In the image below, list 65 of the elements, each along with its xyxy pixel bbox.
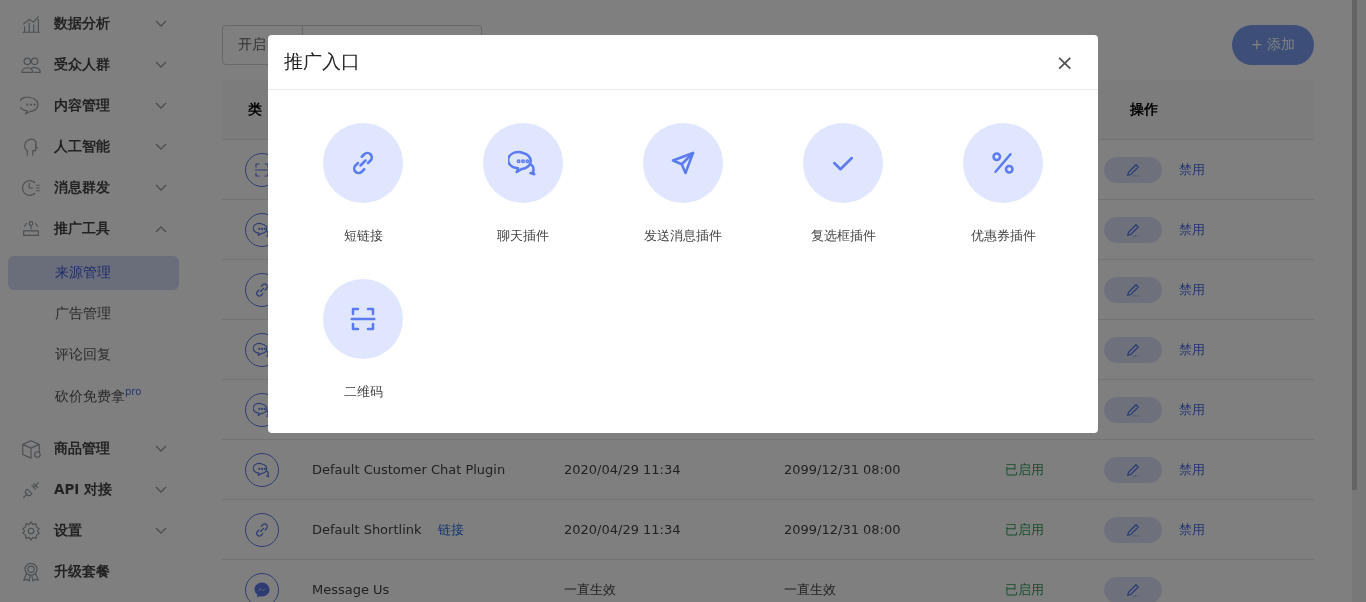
sidebar-subitem[interactable]: 砍价免费拿$^{pro}$ bbox=[8, 379, 179, 413]
table-cell: Default Shortlink bbox=[312, 522, 422, 537]
entry-label: 优惠券插件 bbox=[970, 227, 1036, 245]
link[interactable]: 链接 bbox=[437, 520, 464, 539]
chat-bubbles-icon bbox=[253, 460, 271, 479]
chat-bubbles-icon bbox=[253, 400, 271, 419]
disable-link[interactable]: 禁用 bbox=[1179, 340, 1205, 359]
status-text: 已启用 bbox=[1005, 461, 1044, 477]
settings-icon bbox=[20, 519, 42, 542]
dialog-title: 推广入口 bbox=[284, 49, 360, 74]
link-icon bbox=[253, 280, 271, 299]
disable-link[interactable]: 禁用 bbox=[1179, 280, 1205, 299]
link-icon bbox=[253, 520, 271, 539]
table-cell: 2020/04/29 11:34 bbox=[564, 522, 681, 537]
status-text: 已启用 bbox=[1005, 521, 1044, 537]
messenger-icon bbox=[253, 580, 271, 599]
edit-button[interactable] bbox=[1104, 216, 1162, 243]
award-icon bbox=[20, 560, 42, 583]
status-text: 已启用 bbox=[1005, 581, 1044, 597]
table-cell: 2020/04/29 11:34 bbox=[564, 462, 681, 477]
sidebar-item[interactable]: 消息群发 bbox=[0, 167, 200, 208]
sidebar-subitem[interactable]: 评论回复 bbox=[8, 338, 179, 372]
add-button[interactable]: + 添加 bbox=[1232, 25, 1314, 65]
edit-button[interactable] bbox=[1104, 336, 1162, 363]
table-cell: 2099/12/31 08:00 bbox=[784, 522, 901, 537]
sidebar-item[interactable]: 升级套餐 bbox=[0, 551, 200, 592]
disable-link[interactable]: 禁用 bbox=[1179, 460, 1205, 479]
sidebar-subitem[interactable]: 广告管理 bbox=[8, 297, 179, 331]
entry-label: 短链接 bbox=[343, 227, 383, 245]
entry-label: 发送消息插件 bbox=[644, 227, 722, 245]
sidebar-item[interactable]: 人工智能 bbox=[0, 126, 200, 167]
sidebar-subitem[interactable]: 来源管理 bbox=[8, 256, 179, 290]
edit-button[interactable] bbox=[1104, 576, 1162, 602]
edit-button[interactable] bbox=[1104, 396, 1162, 423]
disable-link[interactable]: 禁用 bbox=[1179, 220, 1205, 239]
box-icon bbox=[20, 437, 42, 460]
edit-button[interactable] bbox=[1104, 456, 1162, 483]
edit-button[interactable] bbox=[1104, 276, 1162, 303]
sidebar-item[interactable]: 商品管理 bbox=[0, 428, 200, 469]
chat-bubbles-icon bbox=[253, 220, 271, 239]
edit-button[interactable] bbox=[1104, 516, 1162, 543]
scan-frame-icon bbox=[253, 160, 271, 179]
close-button[interactable]: × bbox=[1051, 49, 1078, 75]
disable-link[interactable]: 禁用 bbox=[1179, 520, 1205, 539]
sidebar-item[interactable]: 内容管理 bbox=[0, 85, 200, 126]
table-cell: Default Customer Chat Plugin bbox=[312, 462, 506, 477]
entry-label: 二维码 bbox=[343, 383, 383, 401]
edit-button[interactable] bbox=[1104, 156, 1162, 183]
entry-label: 复选框插件 bbox=[810, 227, 876, 245]
sidebar-item[interactable]: 推广工具 bbox=[0, 208, 200, 249]
table-cell: 2099/12/31 08:00 bbox=[784, 462, 901, 477]
disable-link[interactable]: 禁用 bbox=[1179, 400, 1205, 419]
column-header: 操作 bbox=[1129, 100, 1159, 119]
entry-label: 聊天插件 bbox=[497, 227, 549, 245]
scrollbar[interactable] bbox=[1352, 0, 1366, 602]
chat-bubbles-icon bbox=[508, 148, 538, 178]
sidebar-item[interactable]: 受众人群 bbox=[0, 44, 200, 85]
column-header: 类 bbox=[247, 100, 263, 119]
sidebar-item[interactable]: API 对接 bbox=[0, 469, 200, 510]
sidebar-item[interactable]: 设置 bbox=[0, 510, 200, 551]
chat-bubbles-icon bbox=[253, 340, 271, 359]
disable-link[interactable]: 禁用 bbox=[1179, 160, 1205, 179]
sidebar-item[interactable]: 数据分析 bbox=[0, 3, 200, 44]
table-cell: Message Us bbox=[312, 582, 390, 597]
chat-bubbles-icon bbox=[20, 94, 42, 117]
